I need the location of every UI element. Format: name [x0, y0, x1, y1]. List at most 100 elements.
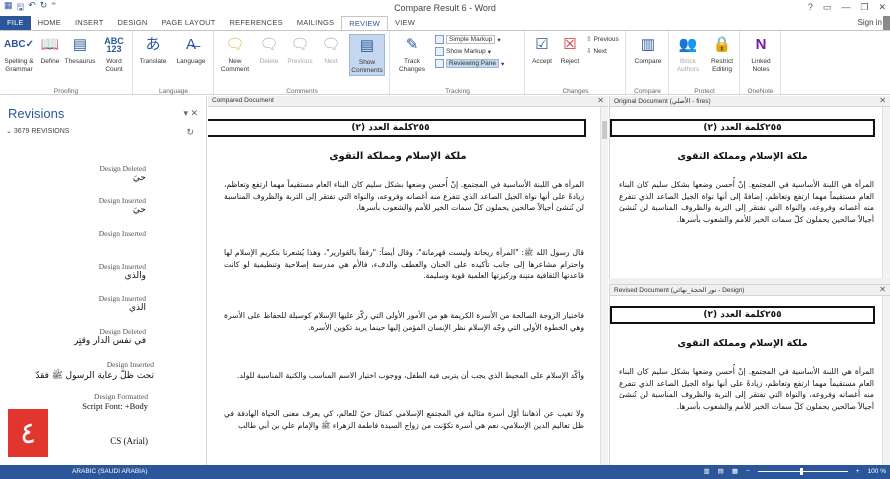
linked-notes-button[interactable]: N Linked Notes — [745, 34, 777, 74]
word-count-button[interactable]: ABC 123 Word Count — [99, 34, 129, 74]
sign-in-link[interactable]: Sign in — [858, 18, 882, 27]
zoom-slider[interactable] — [757, 467, 848, 475]
changes-group: ☑ Accept ☒ Reject ⇧ Previous ⇩ Next Chan… — [526, 31, 626, 96]
web-layout-icon[interactable]: ▦ — [732, 467, 738, 475]
revision-item[interactable]: Design Inserted — [99, 229, 146, 238]
proofing-label: Proofing — [53, 88, 79, 95]
next-change-button[interactable]: ⇩ Next — [586, 47, 607, 56]
revision-item[interactable]: Design Inserted والذي — [99, 262, 146, 281]
tab-mailings[interactable]: MAILINGS — [290, 16, 341, 30]
proofing-group: ABC✓ Spelling & Grammar 📖 Define ▤ Thesa… — [0, 31, 133, 96]
minimize-button[interactable]: — — [841, 2, 850, 13]
language-status[interactable]: ARABIC (SAUDI ARABIA) — [72, 468, 148, 475]
accept-icon: ☑ — [535, 36, 549, 53]
revision-item[interactable]: Design Inserted تحت ظلّ رعاية الرسول ﷺ ف… — [35, 360, 154, 383]
body-paragraph: المرأة هي اللبنة الأساسية في المجتمع. إن… — [619, 180, 874, 225]
close-button[interactable]: ✕ — [878, 2, 886, 13]
word-count-label: Word Count — [105, 58, 123, 73]
revision-item[interactable]: Design Deleted في نفس الدار وقتٍر — [74, 327, 146, 346]
close-icon[interactable]: ✕ — [597, 96, 604, 105]
restore-button[interactable]: ❐ — [860, 2, 868, 13]
vertical-scrollbar[interactable] — [882, 296, 890, 465]
compare-button[interactable]: ▥ Compare — [631, 34, 665, 66]
zoom-level[interactable]: 100 % — [868, 468, 886, 475]
new-comment-button[interactable]: 🗨 New Comment — [219, 34, 251, 74]
onenote-group: N Linked Notes OneNote — [741, 31, 781, 96]
tab-file[interactable]: FILE — [0, 16, 31, 30]
accept-button[interactable]: ☑ Accept — [528, 34, 556, 66]
spelling-grammar-button[interactable]: ABC✓ Spelling & Grammar — [2, 34, 36, 74]
tab-home[interactable]: HOME — [31, 16, 68, 30]
ribbon-display-button[interactable]: ▭ — [823, 2, 832, 13]
pane-options[interactable]: ▾ ✕ — [183, 108, 198, 119]
tab-references[interactable]: REFERENCES — [223, 16, 290, 30]
thesaurus-icon: ▤ — [72, 36, 88, 53]
tab-view[interactable]: VIEW — [388, 16, 422, 30]
restrict-editing-button[interactable]: 🔒 Restrict Editing — [706, 34, 738, 74]
revisions-count[interactable]: ⌄ 3679 REVISIONS — [6, 127, 69, 135]
language-button[interactable]: A̶ Language — [172, 34, 210, 66]
avatar[interactable] — [883, 16, 890, 30]
new-comment-label: New Comment — [220, 58, 250, 73]
undo-icon[interactable]: ↶ — [28, 0, 36, 16]
redo-icon[interactable]: ↻ — [40, 0, 48, 16]
revision-item[interactable]: CS (Arial) — [110, 436, 148, 446]
show-comments-button[interactable]: ▤ Show Comments — [349, 34, 385, 76]
revised-document-body[interactable]: ٢٥٥كلمة العدد (٢) ملكة الإسلام ومملكة ال… — [610, 296, 882, 465]
vertical-scrollbar[interactable] — [600, 107, 608, 465]
close-icon[interactable]: ✕ — [879, 96, 886, 105]
revision-item[interactable]: Design Formatted Script Font: +Body — [82, 392, 148, 411]
show-comments-label: Show Comments — [351, 59, 383, 74]
tab-review[interactable]: REVIEW — [341, 16, 389, 30]
language-group: あ Translate A̶ Language Language — [134, 31, 214, 96]
revision-type: Design Inserted — [98, 294, 146, 303]
refresh-icon[interactable]: ↻ — [186, 127, 194, 138]
compared-document-body[interactable]: ٢٥٥كلمة العدد (٢) ملكة الإسلام ومملكة ال… — [208, 107, 600, 465]
reject-icon: ☒ — [563, 36, 577, 53]
revision-text: تحت ظلّ رعاية الرسول ﷺ فقدّ — [35, 371, 154, 381]
print-layout-icon[interactable]: ▤ — [718, 467, 724, 475]
close-icon[interactable]: ✕ — [879, 285, 886, 294]
revision-type: Design Inserted — [98, 229, 146, 238]
linked-notes-label: Linked Notes — [751, 58, 771, 73]
define-button[interactable]: 📖 Define — [38, 34, 62, 66]
save-icon[interactable]: 🖫 — [17, 0, 25, 16]
previous-comment-button[interactable]: 🗨 Previous — [285, 34, 315, 66]
track-changes-icon: ✎ — [405, 36, 419, 53]
revision-item[interactable]: Design Deleted حيَ — [100, 164, 146, 183]
previous-change-button[interactable]: ⇧ Previous — [586, 35, 619, 44]
revision-item[interactable]: Design Inserted حيَ — [99, 196, 146, 215]
vertical-scrollbar[interactable] — [882, 107, 890, 278]
simple-markup-value: Simple Markup — [446, 35, 496, 44]
customize-qat-icon[interactable]: ⁼ — [51, 0, 56, 16]
ribbon: ABC✓ Spelling & Grammar 📖 Define ▤ Thesa… — [0, 30, 890, 96]
tab-insert[interactable]: INSERT — [68, 16, 111, 30]
compared-document-header: Compared Document ✕ — [208, 96, 608, 107]
next-comment-button[interactable]: 🗨 Next — [319, 34, 343, 66]
tab-design[interactable]: DESIGN — [111, 16, 155, 30]
block-authors-button[interactable]: 👥 Block Authors — [673, 34, 703, 74]
zoom-out-button[interactable]: − — [746, 468, 750, 475]
read-mode-icon[interactable]: ▥ — [704, 467, 710, 475]
zoom-slider-thumb[interactable] — [799, 467, 803, 475]
help-button[interactable]: ? — [808, 2, 813, 13]
track-changes-button[interactable]: ✎ Track Changes — [394, 34, 430, 74]
scrollbar-thumb[interactable] — [602, 121, 607, 139]
simple-markup-dropdown[interactable]: Simple Markup ▾ — [435, 35, 501, 44]
thesaurus-button[interactable]: ▤ Thesaurus — [63, 34, 97, 66]
body-paragraph: المرأة هي اللبنة الأساسية في المجتمع. إن… — [224, 180, 584, 213]
reject-label: Reject — [560, 58, 580, 65]
show-markup-dropdown[interactable]: Show Markup ▾ — [435, 47, 491, 56]
delete-comment-button[interactable]: 🗨 Delete — [255, 34, 283, 66]
revision-type: Design Inserted — [106, 360, 154, 369]
zoom-in-button[interactable]: + — [856, 468, 860, 475]
revision-text: حيَ — [132, 205, 146, 215]
revision-item[interactable]: Design Inserted الذي — [99, 294, 146, 313]
reject-button[interactable]: ☒ Reject — [557, 34, 583, 66]
reviewing-pane-dropdown[interactable]: Reviewing Pane ▾ — [435, 59, 504, 68]
original-document-body[interactable]: ٢٥٥كلمة العدد (٢) ملكة الإسلام ومملكة ال… — [610, 107, 882, 278]
reviewing-pane-icon — [435, 59, 444, 68]
compare-group-label: Compare — [634, 88, 661, 95]
translate-button[interactable]: あ Translate — [137, 34, 169, 66]
tab-page-layout[interactable]: PAGE LAYOUT — [155, 16, 223, 30]
